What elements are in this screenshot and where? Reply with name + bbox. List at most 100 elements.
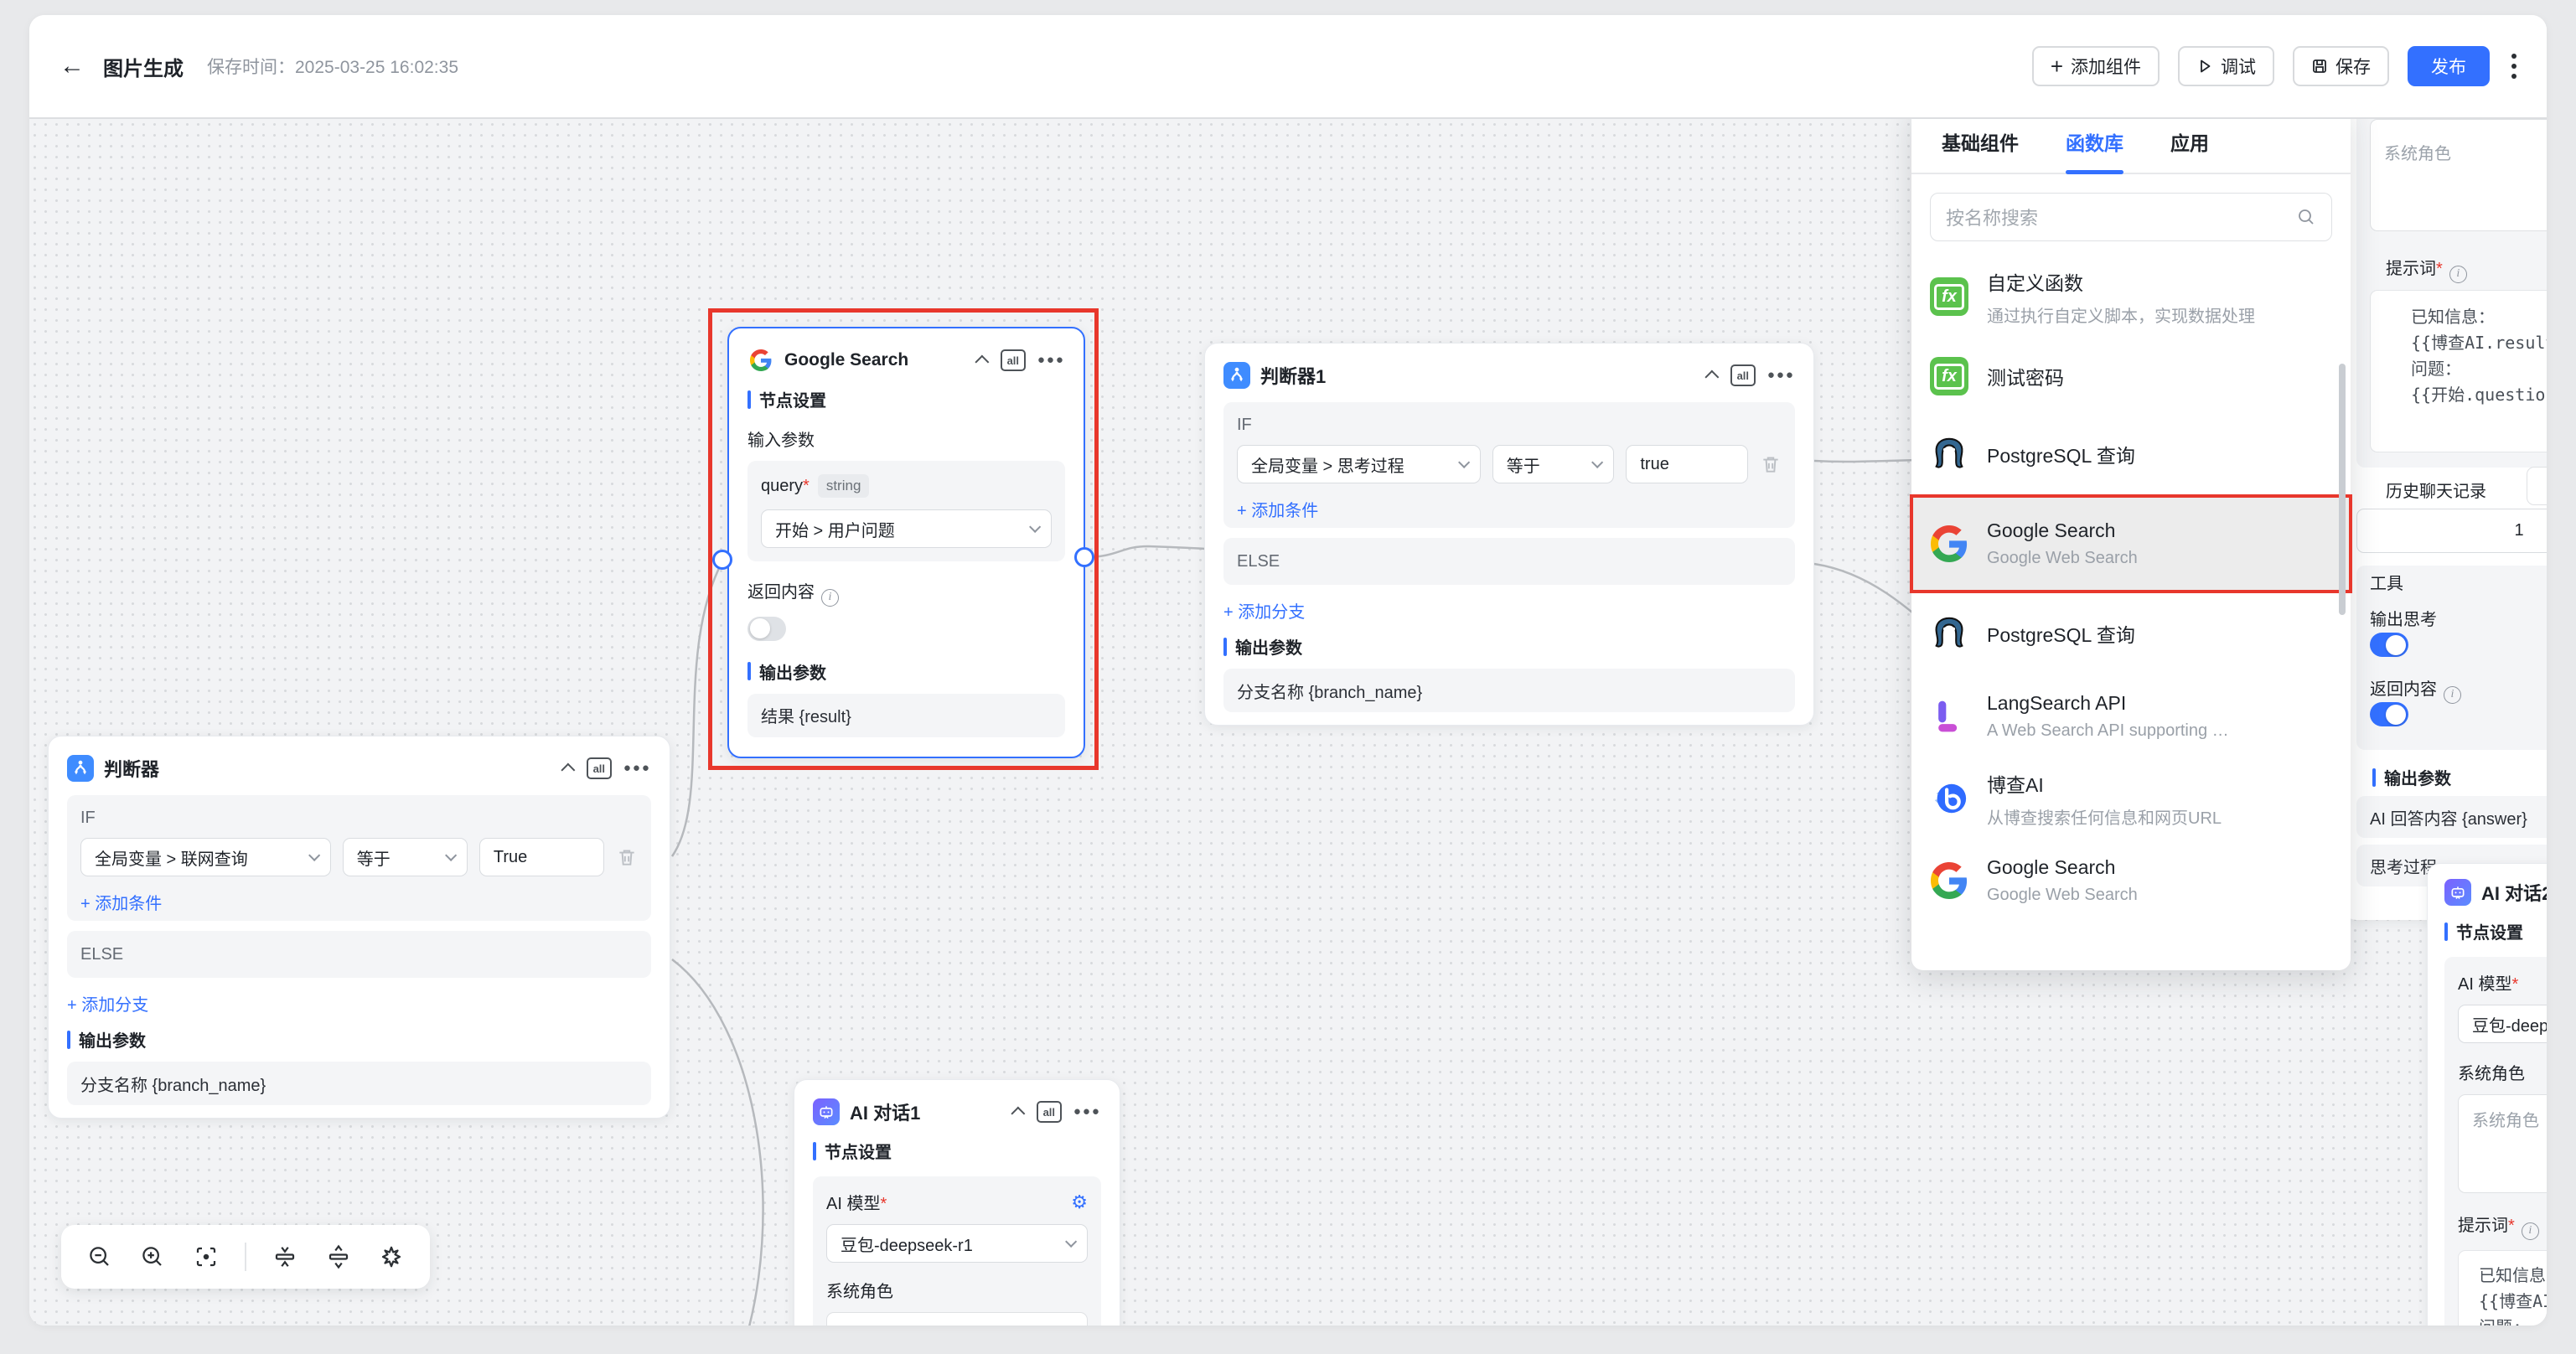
output-params-label: 输出参数 — [79, 1027, 146, 1052]
editor-header: ← 图片生成 保存时间：2025-03-25 16:02:35 +添加组件 调试… — [29, 15, 2547, 119]
library-item-postgresql[interactable]: PostgreSQL 查询 — [1911, 412, 2351, 496]
library-item-postgresql-2[interactable]: PostgreSQL 查询 — [1911, 592, 2351, 675]
output-params-label: 输出参数 — [759, 659, 826, 684]
component-library-panel: 基础组件 函数库 应用 按名称搜索 fx 自定义函数通过执行自定义脚本，实现数据… — [1911, 104, 2351, 970]
library-item-google-search[interactable]: Google SearchGoogle Web Search — [1911, 496, 2351, 592]
query-source-select[interactable]: 开始 > 用户问题 — [761, 509, 1052, 548]
return-content-toggle[interactable] — [747, 617, 786, 641]
output-params-label: 输出参数 — [1235, 634, 1302, 659]
delete-condition-icon[interactable] — [1760, 453, 1782, 475]
save-button[interactable]: 保存 — [2293, 46, 2389, 86]
section-bar — [2372, 768, 2376, 787]
add-condition-link[interactable]: + 添加条件 — [1237, 497, 1318, 521]
prompt-label: 提示词*i — [2458, 1212, 2547, 1240]
output-thinking-toggle[interactable] — [2370, 633, 2408, 657]
add-condition-link[interactable]: + 添加条件 — [80, 890, 162, 914]
library-item-google-search-2[interactable]: Google SearchGoogle Web Search — [1911, 840, 2351, 922]
back-button[interactable]: ← — [59, 52, 85, 80]
collapse-node-icon[interactable] — [975, 355, 989, 370]
library-item-custom-function[interactable]: fx 自定义函数通过执行自定义脚本，实现数据处理 — [1911, 253, 2351, 340]
section-bar — [747, 390, 751, 409]
library-item-langsearch[interactable]: LangSearch APIA Web Search API supportin… — [1911, 675, 2351, 757]
run-all-icon[interactable]: all — [587, 757, 612, 779]
beautify-icon[interactable] — [377, 1243, 406, 1271]
collapse-node-icon[interactable] — [561, 763, 575, 778]
system-role-label: 系统角色 — [826, 1278, 1088, 1302]
node-title: AI 对话1 — [850, 1098, 1005, 1125]
node-more-icon[interactable]: ●●● — [1073, 1108, 1101, 1116]
system-role-textarea[interactable]: 系统角色 — [826, 1312, 1088, 1326]
section-bar — [1223, 638, 1227, 656]
chevron-down-icon — [1458, 457, 1470, 468]
tab-function-library[interactable]: 函数库 — [2066, 127, 2123, 173]
condition-node-icon — [67, 755, 94, 782]
condition-value-input[interactable]: true — [1626, 445, 1748, 483]
system-role-textarea[interactable]: 系统角色 — [2458, 1094, 2547, 1193]
node-judge[interactable]: 判断器 all ●●● IF 全局变量 > 联网查询 等于 True + 添加条… — [48, 736, 670, 1119]
expand-vertical-icon[interactable] — [324, 1243, 353, 1271]
history-count-input[interactable]: 1 — [2356, 509, 2547, 553]
condition-operator-select[interactable]: 等于 — [343, 838, 468, 876]
condition-node-icon — [1223, 362, 1250, 389]
tab-basic-components[interactable]: 基础组件 — [1942, 127, 2019, 173]
info-icon: i — [2444, 686, 2461, 704]
panel-scrollbar[interactable] — [2339, 364, 2346, 615]
model-select[interactable]: 豆包-deepseek-r1 — [826, 1224, 1088, 1263]
gear-icon[interactable]: ⚙ — [1071, 1191, 1088, 1213]
condition-variable-select[interactable]: 全局变量 > 联网查询 — [80, 838, 331, 876]
tools-section-label: 工具 — [2370, 570, 2403, 594]
collapse-node-icon[interactable] — [1011, 1107, 1025, 1121]
system-role-textarea[interactable]: 系统角色 — [2370, 119, 2547, 231]
info-icon: i — [2449, 266, 2467, 283]
node-settings-label: 节点设置 — [825, 1139, 892, 1163]
node-ai-chat-2[interactable]: AI 对话2 节点设置 AI 模型* 豆包-deepseek-r1 系统角色 系… — [2427, 863, 2547, 1326]
run-all-icon[interactable]: all — [1001, 349, 1026, 371]
history-label: 历史聊天记录 — [2386, 478, 2486, 502]
collapse-node-icon[interactable] — [1704, 370, 1719, 385]
input-params-label: 输入参数 — [747, 426, 1065, 451]
add-branch-link[interactable]: + 添加分支 — [67, 991, 148, 1016]
model-label: AI 模型* — [826, 1190, 887, 1214]
bocha-ai-icon — [1930, 779, 1968, 818]
debug-button[interactable]: 调试 — [2178, 46, 2274, 86]
canvas-toolbar — [61, 1225, 430, 1289]
delete-condition-icon[interactable] — [616, 846, 638, 868]
return-content-toggle[interactable] — [2370, 702, 2408, 726]
section-bar — [813, 1142, 816, 1160]
library-search-input[interactable]: 按名称搜索 — [1930, 193, 2332, 241]
prompt-box[interactable]: 已知信息： {{博查AI.result}} 问题： {{开始.question}… — [2370, 290, 2547, 452]
condition-value-input[interactable]: True — [479, 838, 604, 876]
ai-chat-node-icon — [2444, 879, 2471, 906]
add-component-button[interactable]: +添加组件 — [2032, 46, 2160, 86]
node-ai-chat-hidden[interactable]: 系统角色 提示词*i 已知信息： {{博查AI.result}} 问题： {{开… — [2343, 15, 2547, 920]
node-judge1[interactable]: 判断器1 all ●●● IF 全局变量 > 思考过程 等于 true + 添加… — [1204, 343, 1814, 726]
collapse-vertical-icon[interactable] — [271, 1243, 299, 1271]
publish-button[interactable]: 发布 — [2408, 46, 2490, 86]
node-more-icon[interactable]: ●●● — [623, 764, 651, 773]
focus-view-icon[interactable] — [192, 1243, 220, 1271]
model-select[interactable]: 豆包-deepseek-r1 — [2458, 1005, 2547, 1043]
condition-operator-select[interactable]: 等于 — [1492, 445, 1615, 483]
run-all-icon[interactable]: all — [1037, 1101, 1062, 1123]
node-ai-chat-1[interactable]: AI 对话1 all ●●● 节点设置 AI 模型* ⚙ 豆包-deepseek… — [794, 1079, 1120, 1326]
connection-port[interactable] — [712, 550, 732, 570]
node-google-search[interactable]: Google Search all ●●● 节点设置 输入参数 query* s… — [727, 327, 1085, 758]
node-more-icon[interactable]: ●●● — [1037, 356, 1065, 364]
condition-variable-select[interactable]: 全局变量 > 思考过程 — [1237, 445, 1481, 483]
zoom-out-icon[interactable] — [85, 1243, 114, 1271]
zoom-in-icon[interactable] — [138, 1243, 167, 1271]
tab-applications[interactable]: 应用 — [2170, 127, 2209, 173]
run-all-icon[interactable]: all — [1730, 364, 1756, 386]
save-icon — [2311, 58, 2328, 75]
library-item-bocha-ai[interactable]: 博查AI从博查搜索任何信息和网页URL — [1911, 757, 2351, 840]
edge-judge0-to-google — [672, 561, 722, 856]
prompt-box[interactable]: 已知信息: {{博查AI.result}} 问题: {{开始.question}… — [2458, 1250, 2547, 1326]
node-settings-label: 节点设置 — [759, 387, 826, 411]
node-title: Google Search — [784, 350, 969, 370]
add-branch-link[interactable]: + 添加分支 — [1223, 598, 1305, 623]
tools-button[interactable]: 工具 — [2527, 467, 2547, 505]
more-menu-icon[interactable] — [2511, 54, 2517, 79]
connection-port[interactable] — [1074, 547, 1094, 567]
library-item-test-password[interactable]: fx 测试密码 — [1911, 340, 2351, 412]
node-more-icon[interactable]: ●●● — [1767, 371, 1795, 380]
